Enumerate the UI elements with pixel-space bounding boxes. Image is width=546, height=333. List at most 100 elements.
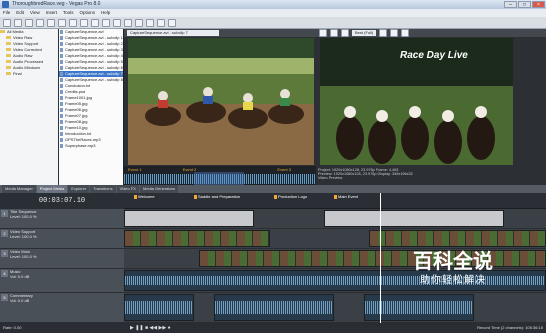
- timeline-ruler[interactable]: Welcome Saddle and Preparation Productio…: [124, 193, 546, 209]
- menu-options[interactable]: Options: [80, 9, 96, 17]
- track-number: 1: [1, 210, 8, 217]
- menu-insert[interactable]: Insert: [46, 9, 57, 17]
- video-clip[interactable]: [124, 230, 270, 247]
- track-number: 2: [1, 230, 8, 237]
- track-level: Vol: 0.0 dB: [10, 274, 30, 279]
- title-clip[interactable]: [324, 210, 504, 227]
- preview-info-text: Project: 1920x1080x128, 23.976p Frame: 4…: [316, 166, 546, 185]
- media-bin-tree: All Media Video Raw Video Support Video …: [0, 29, 58, 185]
- external-monitor-icon[interactable]: [330, 29, 338, 37]
- track-lane-title-sequence[interactable]: [124, 209, 546, 229]
- watermark-logo: 百科全说 助你轻松解决: [388, 248, 518, 300]
- current-time-display: 00:03:07.10: [0, 193, 124, 209]
- track-level: Level: 100.0 %: [10, 234, 37, 239]
- close-button[interactable]: ×: [532, 1, 545, 8]
- menu-view[interactable]: View: [30, 9, 40, 17]
- audio-clip[interactable]: [214, 294, 334, 321]
- cut-icon[interactable]: [58, 18, 66, 27]
- watermark-subtitle: 助你轻松解决: [420, 275, 486, 286]
- main-toolbar: [0, 17, 546, 29]
- split-screen-icon[interactable]: [341, 29, 349, 37]
- window-title-bar: ThoroughbredRace.veg - Vegas Pro 8.0: [0, 0, 546, 9]
- timeline-marker[interactable]: Main Event: [334, 194, 358, 200]
- track-number: 3: [1, 250, 8, 257]
- selection-tool-icon[interactable]: [146, 18, 154, 27]
- window-title: ThoroughbredRace.veg - Vegas Pro 8.0: [12, 1, 101, 7]
- menu-tools[interactable]: Tools: [63, 9, 74, 17]
- preview-quality-dropdown[interactable]: Best (Full): [352, 30, 377, 36]
- open-icon[interactable]: [14, 18, 22, 27]
- trimmer-marker[interactable]: Event 1: [128, 167, 142, 172]
- preview-toolbar: Best (Full): [316, 29, 546, 37]
- preview-settings-icon[interactable]: [319, 29, 327, 37]
- track-level: Vol: 0.0 dB: [10, 298, 30, 303]
- new-icon[interactable]: [3, 18, 11, 27]
- tab-media-generators[interactable]: Media Generators: [139, 185, 178, 193]
- undo-icon[interactable]: [102, 18, 110, 27]
- audio-clip[interactable]: [124, 294, 194, 321]
- menu-help[interactable]: Help: [101, 9, 110, 17]
- list-item[interactable]: Superphase.mp3: [59, 143, 123, 149]
- timeline-marker[interactable]: Production Logo: [274, 194, 307, 200]
- trimmer-video-frame[interactable]: [128, 38, 314, 165]
- track-header[interactable]: 4 Music Vol: 0.0 dB: [0, 269, 124, 293]
- tab-explorer[interactable]: Explorer: [68, 185, 90, 193]
- tab-transitions[interactable]: Transitions: [90, 185, 116, 193]
- play-button[interactable]: ▶ ❚❚ ■ ◀◀ ▶▶ ●: [130, 323, 171, 333]
- preview-overlay-title: Race Day Live: [400, 50, 468, 61]
- race-horses-image: [128, 38, 314, 165]
- overlays-icon[interactable]: [379, 29, 388, 37]
- track-number: 4: [1, 270, 8, 277]
- properties-icon[interactable]: [36, 18, 44, 27]
- transport-bar: Rate: 0.00 ▶ ❚❚ ■ ◀◀ ▶▶ ● Record Time (2…: [0, 323, 546, 333]
- media-file-list: CaptureSequence.avi CaptureSequence.avi …: [59, 29, 123, 185]
- record-time-readout: Record Time (2 channels): 105:36:15: [477, 325, 543, 330]
- menu-bar: File Edit View Insert Tools Options Help: [0, 9, 546, 17]
- track-header[interactable]: 2 Video Support Level: 100.0 %: [0, 229, 124, 249]
- tab-project-media[interactable]: Project Media: [36, 185, 68, 193]
- tab-media-manager[interactable]: Media Manager: [2, 185, 36, 193]
- trimmer-selection[interactable]: [194, 172, 244, 185]
- timeline-cursor[interactable]: [380, 193, 381, 323]
- save-snapshot-icon[interactable]: [401, 29, 410, 37]
- trimmer-audio-waveform[interactable]: Event 1 Event 2 Event 3: [124, 166, 316, 185]
- title-clip[interactable]: [124, 210, 254, 227]
- paste-icon[interactable]: [80, 18, 88, 27]
- explorer-panel: All Media Video Raw Video Support Video …: [0, 29, 124, 185]
- track-header[interactable]: 1 Title Sequence Level: 100.0 %: [0, 209, 124, 229]
- menu-file[interactable]: File: [3, 9, 10, 17]
- preview-video-frame[interactable]: Race Day Live: [320, 38, 513, 165]
- track-lane-video-support[interactable]: [124, 229, 546, 249]
- copy-snapshot-icon[interactable]: [390, 29, 399, 37]
- rate-readout: Rate: 0.00: [3, 325, 22, 330]
- trimmer-toolbar: CaptureSequence.avi - subclip 7: [124, 29, 316, 37]
- tab-video-fx[interactable]: Video FX: [116, 185, 139, 193]
- video-preview-panel: Best (Full) Race Day Live Project: 1920x…: [316, 29, 546, 185]
- copy-icon[interactable]: [69, 18, 77, 27]
- redo-icon[interactable]: [113, 18, 121, 27]
- timeline-marker[interactable]: Welcome: [134, 194, 155, 200]
- window-dock-tabs: Media Manager Project Media Explorer Tra…: [0, 185, 546, 193]
- minimize-button[interactable]: –: [504, 1, 517, 8]
- menu-edit[interactable]: Edit: [16, 9, 24, 17]
- track-level: Level: 100.0 %: [10, 214, 37, 219]
- render-icon[interactable]: [47, 18, 55, 27]
- track-header[interactable]: 5 Commentary Vol: 0.0 dB: [0, 293, 124, 323]
- help-icon[interactable]: [168, 18, 176, 27]
- maximize-button[interactable]: □: [518, 1, 531, 8]
- envelope-tool-icon[interactable]: [135, 18, 143, 27]
- delete-icon[interactable]: [91, 18, 99, 27]
- video-clip[interactable]: [369, 230, 546, 247]
- watermark-title: 百科全说: [413, 249, 493, 273]
- save-icon[interactable]: [25, 18, 33, 27]
- track-number: 5: [1, 294, 8, 301]
- timeline-marker[interactable]: Saddle and Preparation: [194, 194, 240, 200]
- tree-item-final[interactable]: Final: [0, 71, 58, 77]
- normal-edit-tool-icon[interactable]: [124, 18, 132, 27]
- zoom-tool-icon[interactable]: [157, 18, 165, 27]
- trimmer-panel: CaptureSequence.avi - subclip 7 Event 1 …: [124, 29, 316, 185]
- trimmer-marker[interactable]: Event 3: [277, 167, 291, 172]
- trimmer-clip-dropdown[interactable]: CaptureSequence.avi - subclip 7: [127, 30, 219, 36]
- track-level: Level: 100.0 %: [10, 254, 37, 259]
- track-header[interactable]: 3 Video Main Level: 100.0 %: [0, 249, 124, 269]
